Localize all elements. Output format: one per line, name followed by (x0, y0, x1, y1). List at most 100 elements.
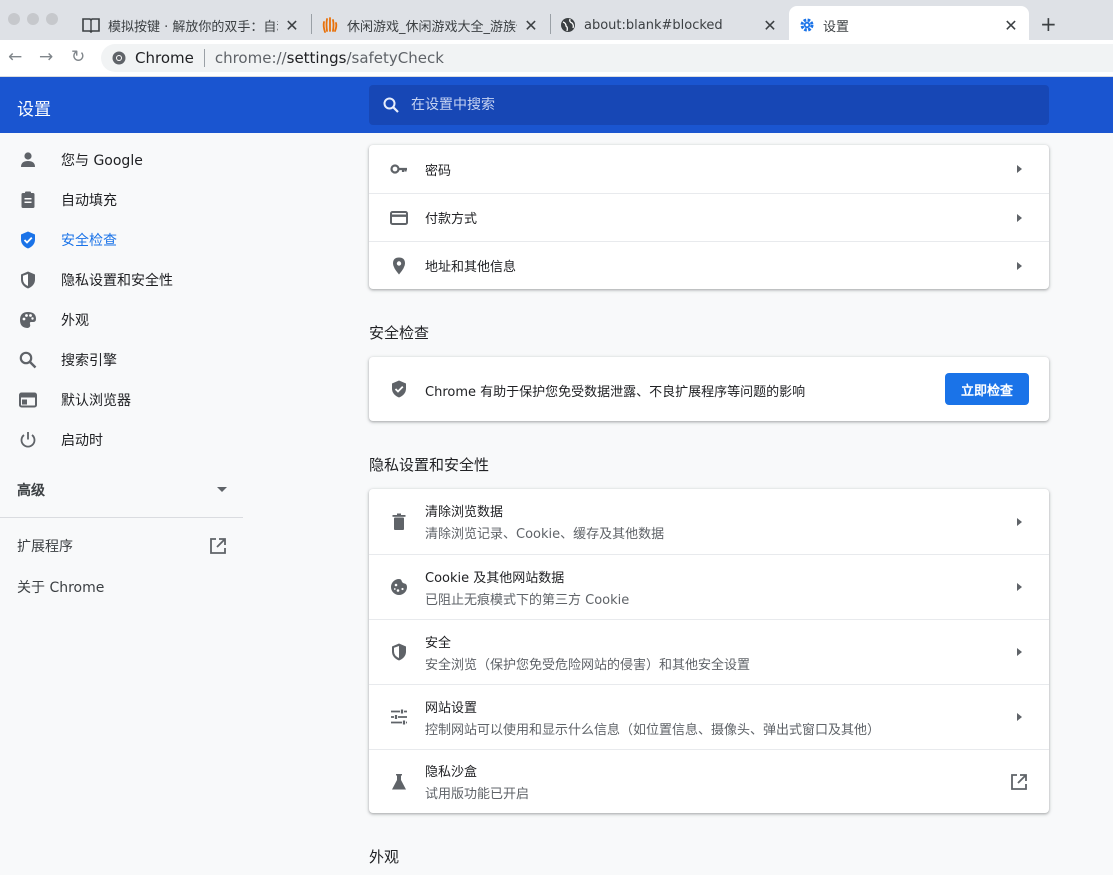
row-sublabel: 试用版功能已开启 (425, 787, 530, 802)
sidebar-item-label: 自动填充 (61, 193, 117, 209)
globe-icon (561, 18, 575, 32)
settings-search-box[interactable] (369, 85, 1049, 125)
row-label: 密码 (425, 163, 452, 179)
sidebar-item-label: 关于 Chrome (17, 580, 105, 596)
sidebar-item-label: 启动时 (61, 433, 103, 449)
book-icon (82, 18, 100, 33)
sidebar-item-label: 扩展程序 (17, 539, 73, 555)
gear-icon (800, 18, 814, 32)
credit-card-icon (390, 210, 408, 225)
sidebar-item-about-chrome[interactable]: 关于 Chrome (17, 577, 227, 597)
sidebar-divider (0, 517, 243, 518)
row-text: Cookie 及其他网站数据已阻止无痕模式下的第三方 Cookie (425, 567, 629, 608)
row-label: 地址和其他信息 (425, 260, 517, 275)
row-text: 清除浏览数据 清除浏览记录、Cookie、缓存及其他数据 (425, 501, 664, 542)
chrome-logo-icon (112, 51, 126, 65)
shield-half-icon (21, 271, 35, 289)
row-sublabel: 安全浏览（保护您免受危险网站的侵害）和其他安全设置 (425, 657, 751, 673)
tab-close-icon[interactable]: ✕ (284, 16, 300, 35)
sidebar-item-search-engine[interactable]: 搜索引擎 (0, 340, 243, 380)
autofill-row-payment[interactable]: 付款方式 (369, 193, 1049, 241)
sidebar-item-safety-check[interactable]: 安全检查 (0, 220, 243, 260)
row-label: 安全 (425, 635, 452, 651)
caret-down-icon (217, 487, 227, 492)
chevron-right-icon (1017, 713, 1022, 721)
sidebar-item-autofill[interactable]: 自动填充 (0, 180, 243, 220)
sidebar-item-label: 您与 Google (61, 153, 143, 169)
section-title-safety-check: 安全检查 (369, 324, 430, 342)
row-text: 安全安全浏览（保护您免受危险网站的侵害）和其他安全设置 (425, 632, 750, 673)
page-title: 设置 (17, 100, 51, 120)
privacy-card: 清除浏览数据 清除浏览记录、Cookie、缓存及其他数据 Cookie 及其他网站… (369, 489, 1049, 813)
sidebar-item-on-startup[interactable]: 启动时 (0, 420, 243, 460)
game-hand-icon (322, 17, 338, 33)
chevron-right-icon (1017, 648, 1022, 656)
row-sublabel: 已阻止无痕模式下的第三方 Cookie (425, 592, 630, 608)
chevron-right-icon (1017, 583, 1022, 591)
settings-header: 设置 (0, 77, 1113, 133)
new-tab-icon[interactable]: + (1040, 12, 1057, 36)
tab-title: 设置 (823, 19, 850, 35)
sidebar-advanced-toggle[interactable]: 高级 (17, 480, 227, 500)
url-scheme: chrome:// (214, 49, 287, 67)
search-input[interactable] (411, 97, 1011, 113)
tab-simulate-keys[interactable]: 模拟按键 · 解放你的双手：自动化 ✕ (72, 6, 310, 44)
omnibox-divider (203, 49, 205, 67)
privacy-row-cookies[interactable]: Cookie 及其他网站数据已阻止无痕模式下的第三方 Cookie (369, 554, 1049, 619)
sidebar-item-you-and-google[interactable]: 您与 Google (0, 140, 243, 180)
row-text: 网站设置 控制网站可以使用和显示什么信息（如位置信息、摄像头、弹出式窗口及其他） (425, 697, 880, 738)
url-path: /safetyCheck (346, 49, 444, 67)
power-icon (20, 432, 36, 448)
chevron-right-icon (1017, 213, 1022, 222)
privacy-row-site-settings[interactable]: 网站设置 控制网站可以使用和显示什么信息（如位置信息、摄像头、弹出式窗口及其他） (369, 684, 1049, 749)
sidebar-item-label: 外观 (61, 313, 89, 329)
open-in-new-icon (210, 538, 226, 554)
forward-arrow-icon[interactable]: → (39, 47, 53, 67)
tab-close-icon[interactable]: ✕ (1003, 16, 1019, 35)
sidebar-item-extensions[interactable]: 扩展程序 (17, 536, 227, 556)
tab-title: 休闲游戏_休闲游戏大全_游族休闲 (347, 19, 517, 35)
site-chip: Chrome (135, 49, 194, 67)
search-icon (383, 97, 399, 113)
tab-settings[interactable]: 设置 ✕ (789, 6, 1029, 44)
sidebar-item-label: 搜索引擎 (61, 353, 117, 369)
key-icon (390, 164, 407, 174)
tab-casual-games[interactable]: 休闲游戏_休闲游戏大全_游族休闲 ✕ (311, 6, 549, 44)
tab-title: 模拟按键 · 解放你的双手：自动化 (108, 19, 278, 35)
reload-icon[interactable]: ↻ (71, 47, 85, 67)
privacy-row-clear-data[interactable]: 清除浏览数据 清除浏览记录、Cookie、缓存及其他数据 (369, 489, 1049, 554)
window-close-dot[interactable] (8, 13, 20, 25)
palette-icon (20, 312, 36, 328)
sidebar-item-default-browser[interactable]: 默认浏览器 (0, 380, 243, 420)
person-icon (21, 152, 35, 167)
safety-check-card: Chrome 有助于保护您免受数据泄露、不良扩展程序等问题的影响 立即检查 (369, 357, 1049, 421)
chevron-right-icon (1017, 261, 1022, 270)
autofill-card: 密码 付款方式 地址和其他信息 (369, 145, 1049, 289)
row-sublabel: 清除浏览记录、Cookie、缓存及其他数据 (425, 527, 665, 542)
tab-close-icon[interactable]: ✕ (762, 16, 778, 35)
window-zoom-dot[interactable] (46, 13, 58, 25)
tune-sliders-icon (391, 709, 407, 725)
row-label: 付款方式 (425, 212, 478, 227)
autofill-row-addresses[interactable]: 地址和其他信息 (369, 241, 1049, 289)
window-minimize-dot[interactable] (27, 13, 39, 25)
sidebar-item-appearance[interactable]: 外观 (0, 300, 243, 340)
tab-about-blank[interactable]: about:blank#blocked ✕ (550, 6, 788, 44)
shield-half-icon (392, 643, 406, 661)
privacy-row-privacy-sandbox[interactable]: 隐私沙盒 试用版功能已开启 (369, 749, 1049, 813)
back-arrow-icon[interactable]: ← (8, 47, 22, 67)
section-title-privacy: 隐私设置和安全性 (369, 456, 490, 474)
tab-title: about:blank#blocked (584, 17, 723, 33)
sidebar-item-privacy[interactable]: 隐私设置和安全性 (0, 260, 243, 300)
privacy-row-security[interactable]: 安全安全浏览（保护您免受危险网站的侵害）和其他安全设置 (369, 619, 1049, 684)
row-label: 网站设置 (425, 700, 478, 716)
chevron-right-icon (1017, 165, 1022, 173)
tab-close-icon[interactable]: ✕ (523, 16, 539, 35)
trash-icon (392, 513, 406, 530)
address-bar[interactable]: Chrome chrome:// settings /safetyCheck (101, 44, 1113, 72)
autofill-row-passwords[interactable]: 密码 (369, 145, 1049, 193)
row-label: Cookie 及其他网站数据 (425, 570, 565, 586)
check-now-button[interactable]: 立即检查 (945, 373, 1029, 405)
shield-check-icon (392, 380, 406, 398)
search-icon (19, 351, 37, 369)
